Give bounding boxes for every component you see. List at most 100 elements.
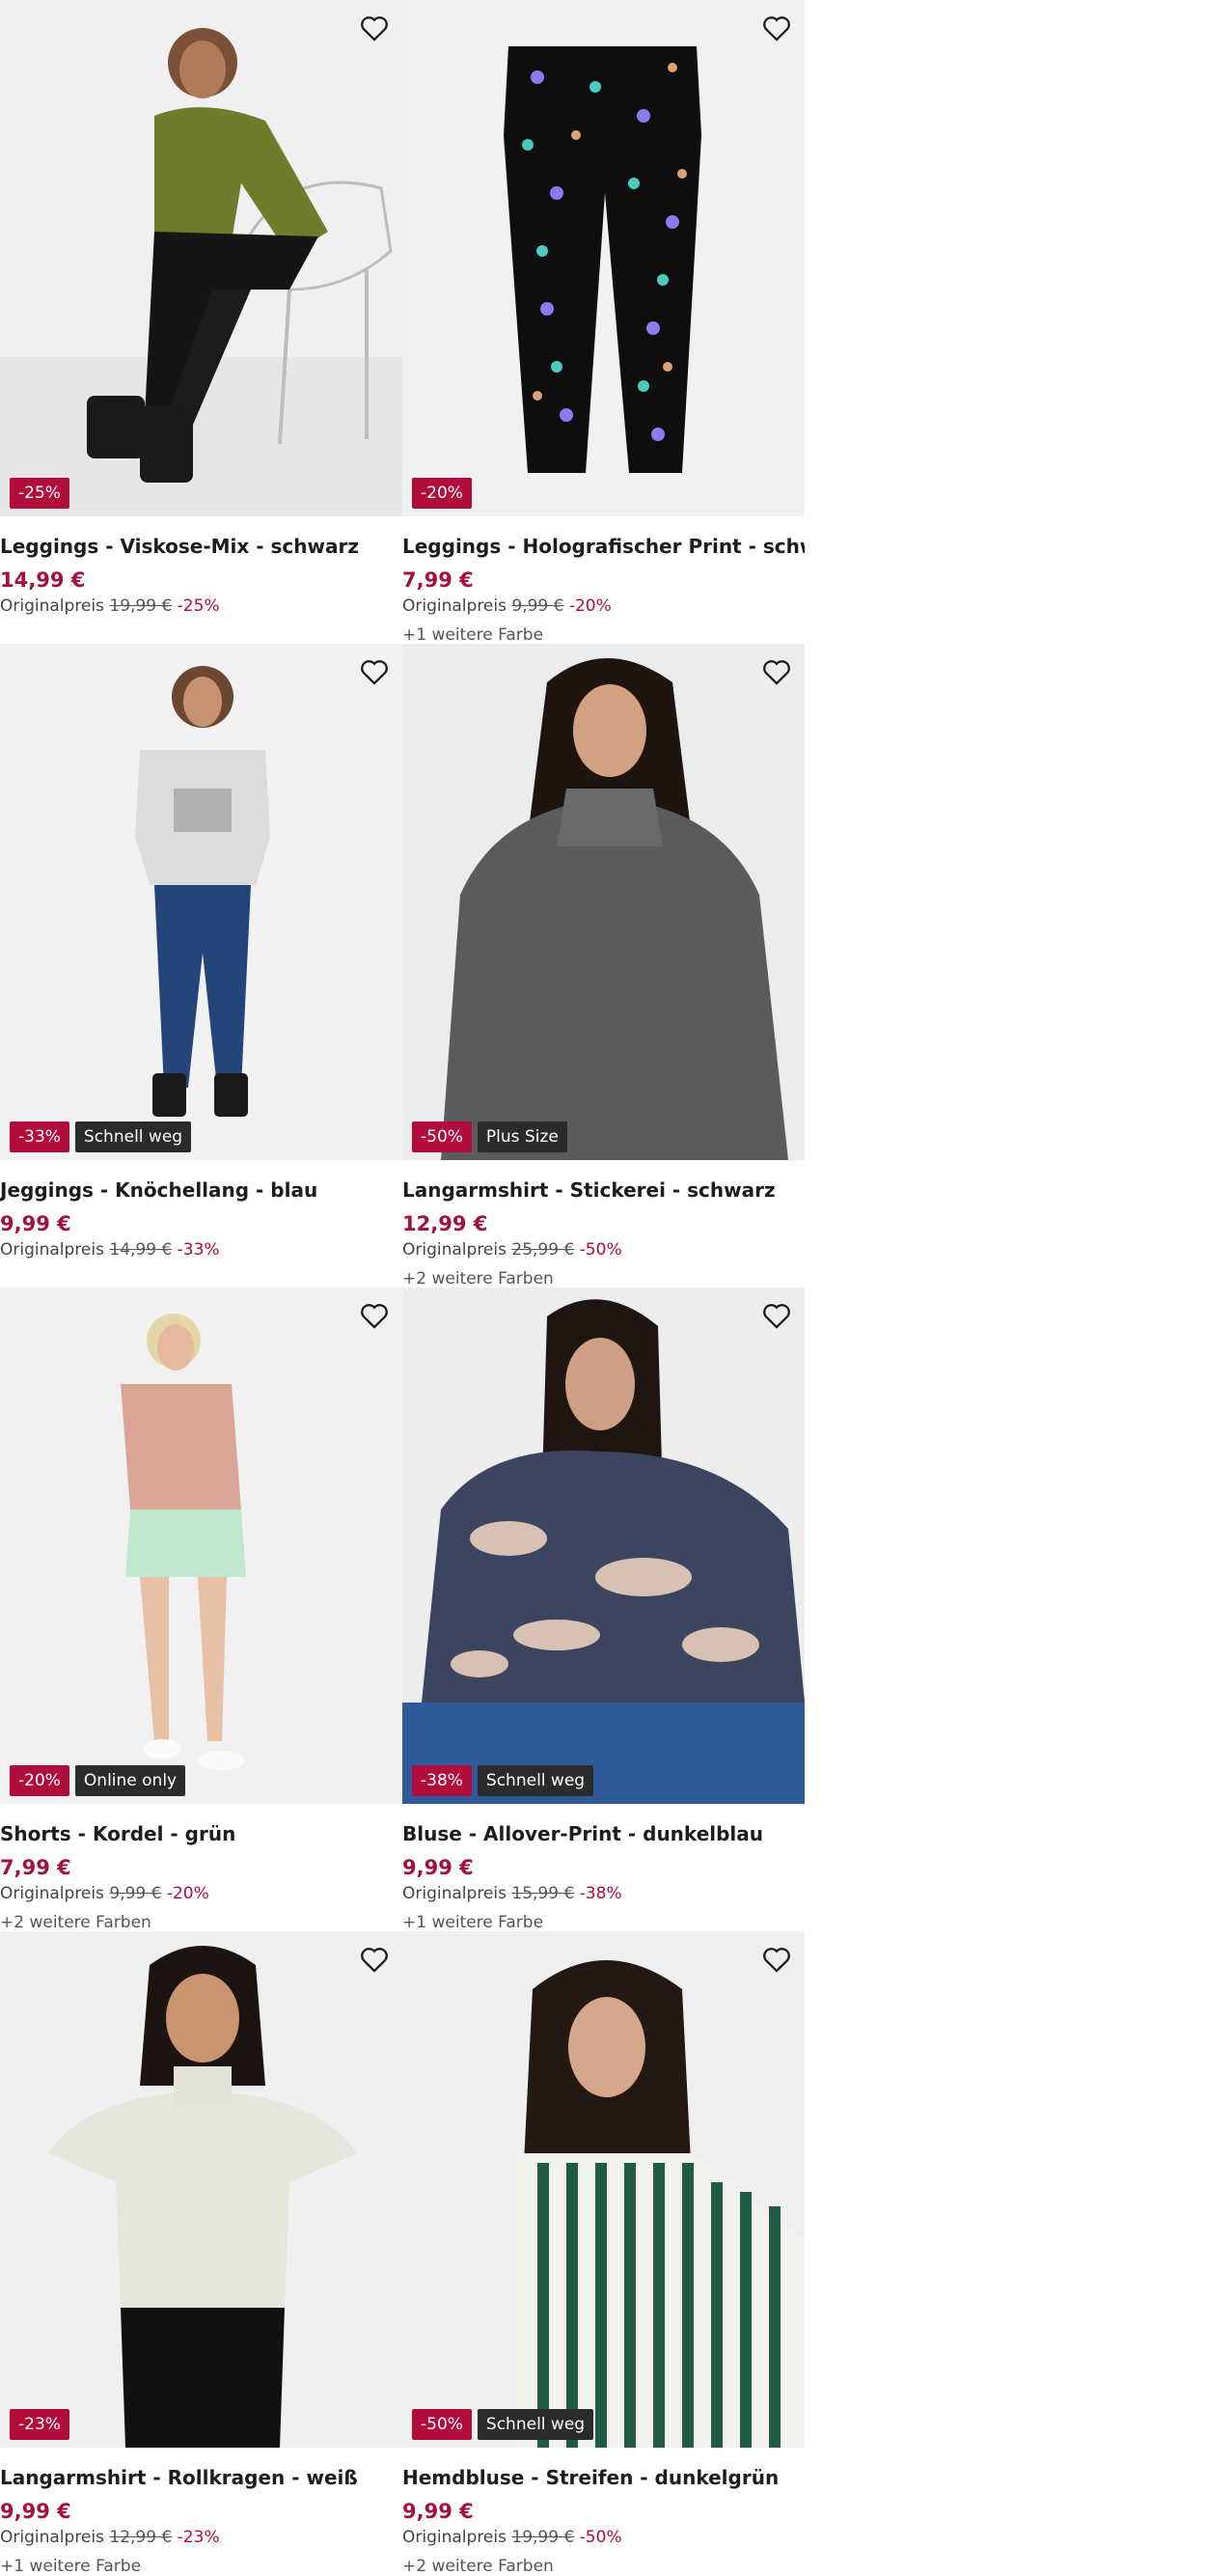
product-image[interactable]: -25%: [0, 0, 402, 516]
sale-price: 9,99 €: [0, 1212, 71, 1235]
original-price: 25,99 €: [511, 1240, 575, 1260]
product-card[interactable]: -20% Online only Shorts - Kordel - grün …: [0, 1288, 402, 1931]
product-image[interactable]: -20%: [402, 0, 805, 516]
sale-price: 14,99 €: [0, 568, 86, 592]
product-card[interactable]: -50% Plus Size Langarmshirt - Stickerei …: [402, 644, 805, 1288]
wishlist-heart-icon[interactable]: [760, 12, 793, 44]
discount-percent: -33%: [177, 1240, 220, 1260]
product-title[interactable]: Langarmshirt - Stickerei - schwarz: [402, 1177, 805, 1204]
product-title[interactable]: Bluse - Allover-Print - dunkelblau: [402, 1820, 805, 1847]
sale-price: 12,99 €: [402, 1212, 488, 1235]
more-colors[interactable]: [0, 623, 402, 644]
wishlist-heart-icon[interactable]: [358, 1943, 391, 1976]
original-price: 9,99 €: [109, 1884, 162, 1903]
original-price-line: Originalpreis 25,99 € -50%: [402, 1238, 805, 1261]
label-badge: Schnell weg: [74, 1122, 192, 1152]
product-card[interactable]: -33% Schnell weg Jeggings - Knöchellang …: [0, 644, 402, 1288]
more-colors[interactable]: [0, 1267, 402, 1288]
product-title[interactable]: Langarmshirt - Rollkragen - weiß: [0, 2464, 402, 2491]
original-price-label: Originalpreis: [0, 1884, 104, 1903]
label-badge: Schnell weg: [477, 2409, 594, 2440]
product-info: Leggings - Viskose-Mix - schwarz 14,99 €…: [0, 533, 402, 644]
discount-percent: -25%: [177, 596, 220, 616]
original-price-line: Originalpreis 12,99 € -23%: [0, 2526, 402, 2549]
badge-group: -50% Schnell weg: [412, 2409, 594, 2440]
product-title[interactable]: Leggings - Holografischer Print - schwar…: [402, 533, 805, 560]
product-image[interactable]: -38% Schnell weg: [402, 1288, 805, 1804]
original-price-line: Originalpreis 15,99 € -38%: [402, 1882, 805, 1905]
product-info: Langarmshirt - Stickerei - schwarz 12,99…: [402, 1177, 805, 1288]
product-title[interactable]: Jeggings - Knöchellang - blau: [0, 1177, 402, 1204]
product-image[interactable]: -23%: [0, 1931, 402, 2448]
wishlist-heart-icon[interactable]: [358, 12, 391, 44]
original-price-label: Originalpreis: [402, 596, 507, 616]
badge-group: -23%: [10, 2409, 69, 2440]
discount-percent: -50%: [579, 2528, 622, 2547]
badge-group: -50% Plus Size: [412, 1122, 567, 1152]
product-card[interactable]: -25% Leggings - Viskose-Mix - schwarz 14…: [0, 0, 402, 644]
discount-percent: -38%: [579, 1884, 622, 1903]
discount-badge: -38%: [412, 1765, 472, 1796]
product-card[interactable]: -23% Langarmshirt - Rollkragen - weiß 9,…: [0, 1931, 402, 2575]
more-colors[interactable]: +2 weitere Farben: [402, 2555, 805, 2575]
wishlist-heart-icon[interactable]: [760, 1943, 793, 1976]
sale-price: 7,99 €: [0, 1856, 71, 1879]
product-photo: [402, 1288, 805, 1804]
original-price: 19,99 €: [511, 2528, 575, 2547]
sale-price: 9,99 €: [0, 2500, 71, 2523]
discount-badge: -33%: [10, 1122, 69, 1152]
sale-price: 9,99 €: [402, 1856, 474, 1879]
discount-percent: -20%: [166, 1884, 209, 1903]
wishlist-heart-icon[interactable]: [760, 655, 793, 688]
product-image[interactable]: -20% Online only: [0, 1288, 402, 1804]
product-title[interactable]: Hemdbluse - Streifen - dunkelgrün: [402, 2464, 805, 2491]
discount-badge: -23%: [10, 2409, 69, 2440]
original-price-label: Originalpreis: [402, 1884, 507, 1903]
badge-group: -38% Schnell weg: [412, 1765, 594, 1796]
wishlist-heart-icon[interactable]: [760, 1299, 793, 1332]
product-title[interactable]: Leggings - Viskose-Mix - schwarz: [0, 533, 402, 560]
more-colors[interactable]: +1 weitere Farbe: [0, 2555, 402, 2575]
original-price-line: Originalpreis 9,99 € -20%: [0, 1882, 402, 1905]
badge-group: -20% Online only: [10, 1765, 186, 1796]
badge-group: -20%: [412, 478, 472, 509]
product-photo: [402, 0, 805, 516]
discount-percent: -20%: [568, 596, 612, 616]
product-card[interactable]: -50% Schnell weg Hemdbluse - Streifen - …: [402, 1931, 805, 2575]
product-photo: [402, 644, 805, 1160]
original-price: 12,99 €: [109, 2528, 173, 2547]
product-photo: [402, 1931, 805, 2448]
product-info: Hemdbluse - Streifen - dunkelgrün 9,99 €…: [402, 2464, 805, 2575]
product-card[interactable]: -20% Leggings - Holografischer Print - s…: [402, 0, 805, 644]
product-photo: [0, 0, 402, 516]
more-colors[interactable]: +2 weitere Farben: [402, 1267, 805, 1288]
more-colors[interactable]: +1 weitere Farbe: [402, 1911, 805, 1931]
original-price-label: Originalpreis: [402, 2528, 507, 2547]
product-photo: [0, 644, 402, 1160]
product-photo: [0, 1931, 402, 2448]
product-image[interactable]: -50% Schnell weg: [402, 1931, 805, 2448]
product-photo: [0, 1288, 402, 1804]
product-info: Bluse - Allover-Print - dunkelblau 9,99 …: [402, 1820, 805, 1931]
original-price-line: Originalpreis 9,99 € -20%: [402, 595, 805, 618]
product-image[interactable]: -33% Schnell weg: [0, 644, 402, 1160]
original-price-line: Originalpreis 19,99 € -25%: [0, 595, 402, 618]
label-badge: Online only: [74, 1765, 186, 1796]
badge-group: -33% Schnell weg: [10, 1122, 192, 1152]
original-price: 19,99 €: [109, 596, 173, 616]
original-price-label: Originalpreis: [0, 596, 104, 616]
more-colors[interactable]: +1 weitere Farbe: [402, 623, 805, 644]
sale-price: 9,99 €: [402, 2500, 474, 2523]
original-price-line: Originalpreis 19,99 € -50%: [402, 2526, 805, 2549]
product-info: Jeggings - Knöchellang - blau 9,99 € Ori…: [0, 1177, 402, 1288]
discount-badge: -50%: [412, 2409, 472, 2440]
product-card[interactable]: -38% Schnell weg Bluse - Allover-Print -…: [402, 1288, 805, 1931]
product-title[interactable]: Shorts - Kordel - grün: [0, 1820, 402, 1847]
more-colors[interactable]: +2 weitere Farben: [0, 1911, 402, 1931]
product-info: Leggings - Holografischer Print - schwar…: [402, 533, 805, 644]
product-image[interactable]: -50% Plus Size: [402, 644, 805, 1160]
wishlist-heart-icon[interactable]: [358, 1299, 391, 1332]
original-price-label: Originalpreis: [402, 1240, 507, 1260]
discount-badge: -20%: [412, 478, 472, 509]
wishlist-heart-icon[interactable]: [358, 655, 391, 688]
